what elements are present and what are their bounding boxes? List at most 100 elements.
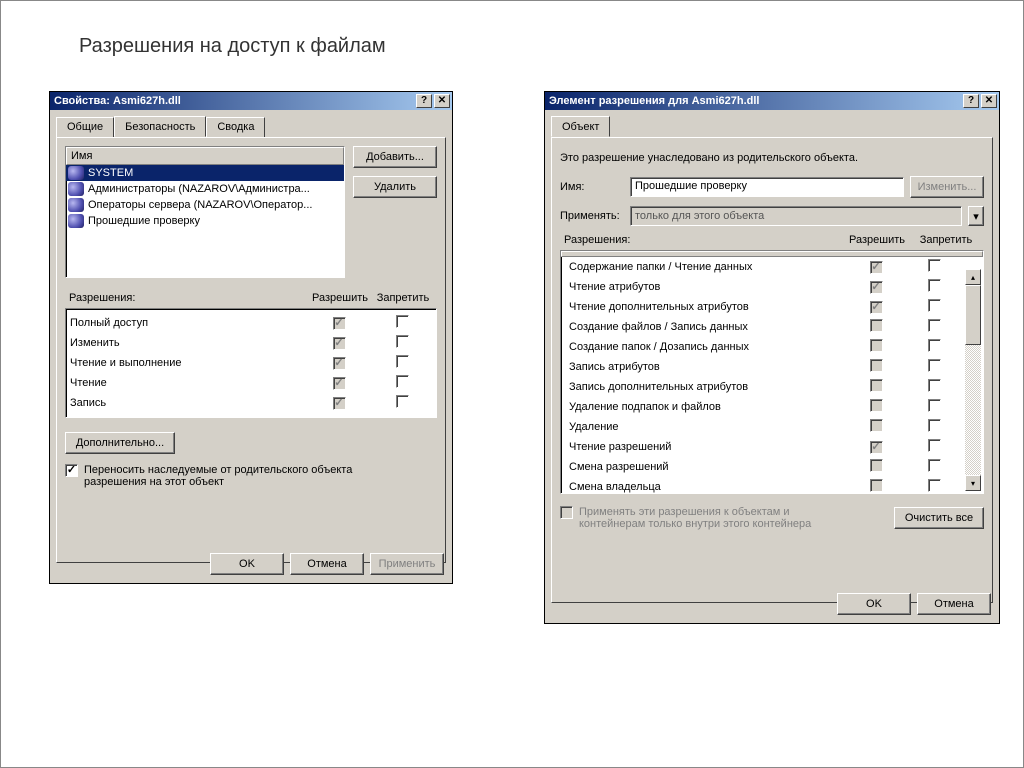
deny-checkbox[interactable] bbox=[928, 439, 941, 452]
principal-row[interactable]: Операторы сервера (NAZAROV\Оператор... bbox=[66, 197, 344, 213]
permissions-list: Полный доступ✓Изменить✓Чтение и выполнен… bbox=[65, 308, 437, 418]
permission-label: Запись атрибутов bbox=[569, 361, 845, 373]
change-button[interactable]: Изменить... bbox=[910, 176, 984, 198]
allow-checkbox[interactable] bbox=[870, 419, 883, 432]
allow-checkbox[interactable]: ✓ bbox=[870, 441, 883, 454]
permission-label: Чтение атрибутов bbox=[569, 281, 845, 293]
deny-checkbox[interactable] bbox=[928, 379, 941, 392]
allow-checkbox[interactable]: ✓ bbox=[870, 301, 883, 314]
permissions-label: Разрешения: bbox=[564, 234, 842, 246]
help-button[interactable]: ? bbox=[416, 94, 432, 108]
name-label: Имя: bbox=[560, 181, 624, 193]
permission-label: Содержание папки / Чтение данных bbox=[569, 261, 845, 273]
tab-summary[interactable]: Сводка bbox=[206, 117, 265, 138]
ok-button[interactable]: OK bbox=[210, 553, 284, 575]
chevron-down-icon[interactable]: ▾ bbox=[968, 206, 984, 226]
deny-checkbox[interactable] bbox=[396, 335, 409, 348]
allow-checkbox[interactable] bbox=[870, 319, 883, 332]
name-field[interactable]: Прошедшие проверку bbox=[630, 177, 904, 197]
apply-button[interactable]: Применить bbox=[370, 553, 444, 575]
allow-checkbox[interactable] bbox=[870, 339, 883, 352]
cancel-button[interactable]: Отмена bbox=[290, 553, 364, 575]
principal-row[interactable]: SYSTEM bbox=[66, 165, 344, 181]
advanced-button[interactable]: Дополнительно... bbox=[65, 432, 175, 454]
scroll-up-icon[interactable]: ▴ bbox=[965, 269, 981, 285]
titlebar-text: Элемент разрешения для Asmi627h.dll bbox=[549, 95, 961, 107]
deny-checkbox[interactable] bbox=[928, 339, 941, 352]
apply-to-dropdown[interactable]: только для этого объекта bbox=[630, 206, 962, 226]
deny-checkbox[interactable] bbox=[396, 355, 409, 368]
principal-label: Операторы сервера (NAZAROV\Оператор... bbox=[88, 199, 312, 211]
scrollbar[interactable]: ▴ ▾ bbox=[965, 269, 981, 491]
allow-checkbox[interactable]: ✓ bbox=[333, 317, 346, 330]
deny-checkbox[interactable] bbox=[928, 399, 941, 412]
allow-checkbox[interactable]: ✓ bbox=[870, 261, 883, 274]
close-button[interactable]: ✕ bbox=[981, 94, 997, 108]
deny-checkbox[interactable] bbox=[396, 315, 409, 328]
apply-to-label: Применять: bbox=[560, 210, 624, 222]
permission-label: Чтение дополнительных атрибутов bbox=[569, 301, 845, 313]
scroll-thumb[interactable] bbox=[965, 285, 981, 345]
allow-checkbox[interactable]: ✓ bbox=[333, 357, 346, 370]
page-heading: Разрешения на доступ к файлам bbox=[79, 35, 386, 58]
deny-checkbox[interactable] bbox=[396, 375, 409, 388]
permission-row: Запись атрибутов bbox=[565, 357, 965, 377]
permission-row: Удаление подпапок и файлов bbox=[565, 397, 965, 417]
titlebar[interactable]: Свойства: Asmi627h.dll ? ✕ bbox=[50, 92, 452, 110]
allow-checkbox[interactable] bbox=[870, 399, 883, 412]
remove-button[interactable]: Удалить bbox=[353, 176, 437, 198]
allow-checkbox[interactable] bbox=[870, 479, 883, 492]
permission-row: Смена владельца bbox=[565, 477, 965, 497]
principal-label: Администраторы (NAZAROV\Администра... bbox=[88, 183, 310, 195]
permission-row: Чтение и выполнение✓ bbox=[66, 353, 436, 373]
deny-checkbox[interactable] bbox=[396, 395, 409, 408]
permission-label: Изменить bbox=[70, 337, 306, 349]
deny-checkbox[interactable] bbox=[928, 259, 941, 272]
allow-checkbox[interactable]: ✓ bbox=[333, 337, 346, 350]
permission-row: Создание папок / Дозапись данных bbox=[565, 337, 965, 357]
tab-general[interactable]: Общие bbox=[56, 117, 114, 138]
allow-checkbox[interactable] bbox=[870, 459, 883, 472]
cancel-button[interactable]: Отмена bbox=[917, 593, 991, 615]
help-button[interactable]: ? bbox=[963, 94, 979, 108]
apply-only-checkbox bbox=[560, 506, 573, 519]
deny-checkbox[interactable] bbox=[928, 299, 941, 312]
permission-row: Чтение✓ bbox=[66, 373, 436, 393]
column-header-name[interactable]: Имя bbox=[66, 147, 344, 165]
permission-label: Создание папок / Дозапись данных bbox=[569, 341, 845, 353]
tab-security[interactable]: Безопасность bbox=[114, 116, 206, 137]
deny-checkbox[interactable] bbox=[928, 479, 941, 492]
permission-entry-dialog: Элемент разрешения для Asmi627h.dll ? ✕ … bbox=[544, 91, 1000, 624]
principals-list[interactable]: Имя SYSTEM Администраторы (NAZAROV\Админи… bbox=[65, 146, 345, 278]
clear-all-button[interactable]: Очистить все bbox=[894, 507, 984, 529]
allow-header: Разрешить bbox=[842, 234, 912, 246]
scroll-down-icon[interactable]: ▾ bbox=[965, 475, 981, 491]
allow-checkbox[interactable] bbox=[870, 359, 883, 372]
group-icon bbox=[68, 214, 84, 228]
principal-row[interactable]: Администраторы (NAZAROV\Администра... bbox=[66, 181, 344, 197]
allow-checkbox[interactable]: ✓ bbox=[333, 377, 346, 390]
deny-checkbox[interactable] bbox=[928, 279, 941, 292]
deny-checkbox[interactable] bbox=[928, 319, 941, 332]
permission-row: Удаление bbox=[565, 417, 965, 437]
permission-label: Чтение разрешений bbox=[569, 441, 845, 453]
deny-checkbox[interactable] bbox=[928, 419, 941, 432]
inherit-checkbox[interactable]: ✓ bbox=[65, 464, 78, 477]
allow-checkbox[interactable]: ✓ bbox=[870, 281, 883, 294]
principal-label: SYSTEM bbox=[88, 167, 133, 179]
allow-checkbox[interactable] bbox=[870, 379, 883, 392]
ok-button[interactable]: OK bbox=[837, 593, 911, 615]
principal-row[interactable]: Прошедшие проверку bbox=[66, 213, 344, 229]
close-button[interactable]: ✕ bbox=[434, 94, 450, 108]
add-button[interactable]: Добавить... bbox=[353, 146, 437, 168]
inherit-label: Переносить наследуемые от родительского … bbox=[84, 464, 384, 488]
group-icon bbox=[68, 166, 84, 180]
deny-checkbox[interactable] bbox=[928, 359, 941, 372]
tab-object[interactable]: Объект bbox=[551, 116, 610, 137]
permission-label: Смена разрешений bbox=[569, 461, 845, 473]
permission-row: Смена разрешений bbox=[565, 457, 965, 477]
titlebar[interactable]: Элемент разрешения для Asmi627h.dll ? ✕ bbox=[545, 92, 999, 110]
deny-checkbox[interactable] bbox=[928, 459, 941, 472]
allow-checkbox[interactable]: ✓ bbox=[333, 397, 346, 410]
permission-row: Запись✓ bbox=[66, 393, 436, 413]
